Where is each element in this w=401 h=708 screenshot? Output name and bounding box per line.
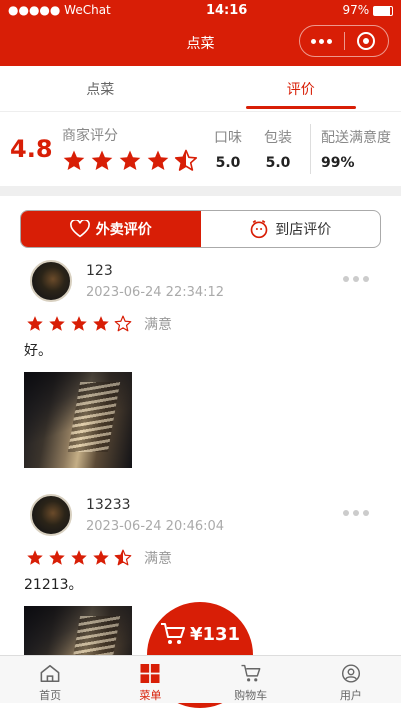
home-icon (38, 664, 62, 683)
bottom-tab-home-label: 首页 (39, 687, 61, 703)
review-date: 2023-06-24 22:34:12 (86, 285, 224, 300)
clock: 14:16 (206, 3, 247, 18)
instore-reviews-label: 到店评价 (275, 219, 331, 239)
review-more-button[interactable] (343, 510, 369, 516)
cart-icon (160, 622, 186, 646)
star-filled-icon (146, 149, 170, 173)
star-filled-icon (26, 315, 44, 333)
reviewer-name: 13233 (86, 497, 224, 513)
merchant-stars (62, 149, 206, 173)
merchant-rating: 商家评分 (62, 125, 206, 173)
review-header: 13233 2023-06-24 20:46:04 (26, 494, 381, 536)
battery-level: 97% (343, 3, 370, 17)
review-photo[interactable] (24, 372, 132, 468)
star-filled-icon (62, 149, 86, 173)
bottom-tab-cart-label: 购物车 (234, 687, 267, 703)
nav-bar: 点菜 (0, 20, 401, 66)
star-filled-icon (92, 315, 110, 333)
review-more-button[interactable] (343, 276, 369, 282)
user-icon (339, 664, 363, 683)
bottom-tab-home[interactable]: 首页 (0, 656, 100, 703)
bottom-tab-cart[interactable]: 购物车 (201, 656, 301, 703)
page-title: 点菜 (187, 33, 215, 53)
taste-label: 口味 (206, 127, 250, 147)
more-dots-icon (311, 39, 332, 44)
status-bar: ●●●●● WeChat 14:16 97% (0, 0, 401, 20)
rating-text: 满意 (144, 548, 172, 568)
star-filled-icon (26, 549, 44, 567)
close-target-icon (357, 32, 375, 50)
bottom-tab-menu-label: 菜单 (139, 687, 161, 703)
packaging-rating: 包装 5.0 (256, 127, 300, 171)
star-filled-icon (70, 315, 88, 333)
reviewer-name: 123 (86, 263, 224, 279)
takeaway-reviews-label: 外卖评价 (96, 219, 152, 239)
review-meta: 123 2023-06-24 22:34:12 (86, 263, 224, 300)
review-type-toggle: 外卖评价 到店评价 (20, 210, 381, 248)
review-content: 21213。 (24, 574, 381, 594)
star-filled-icon (118, 149, 142, 173)
star-empty-icon (114, 315, 132, 333)
more-menu-button[interactable] (300, 39, 344, 44)
star-filled-icon (92, 549, 110, 567)
taste-value: 5.0 (206, 155, 250, 171)
bottom-tab-bar: 首页 菜单 购物车 用户 (0, 655, 401, 703)
tab-reviews[interactable]: 评价 (201, 66, 401, 111)
mini-program-capsule (299, 25, 389, 57)
cart-icon (239, 664, 263, 683)
taste-rating: 口味 5.0 (206, 127, 250, 171)
review-meta: 13233 2023-06-24 20:46:04 (86, 497, 224, 534)
review-stars: 满意 (26, 548, 381, 568)
smile-timer-icon (249, 219, 269, 239)
avatar (30, 260, 72, 302)
star-filled-icon (70, 549, 88, 567)
packaging-label: 包装 (256, 127, 300, 147)
cart-total: ¥131 (190, 624, 240, 645)
carrier: ●●●●● WeChat (8, 3, 111, 17)
bottom-tab-menu[interactable]: 菜单 (100, 656, 200, 703)
divider (310, 124, 311, 174)
packaging-value: 5.0 (256, 155, 300, 171)
delivery-label: 配送满意度 (321, 127, 391, 147)
tab-bar: 点菜 评价 (0, 66, 401, 112)
avatar (30, 494, 72, 536)
review-content: 好。 (24, 340, 381, 360)
rating-text: 满意 (144, 314, 172, 334)
instore-reviews-button[interactable]: 到店评价 (201, 211, 381, 247)
heart-icon (70, 220, 90, 238)
merchant-rating-label: 商家评分 (62, 125, 206, 145)
review-date: 2023-06-24 20:46:04 (86, 519, 224, 534)
section-gap (0, 186, 401, 196)
takeaway-reviews-button[interactable]: 外卖评价 (21, 211, 201, 247)
tab-order[interactable]: 点菜 (0, 66, 201, 111)
review-header: 123 2023-06-24 22:34:12 (26, 260, 381, 302)
bottom-tab-user[interactable]: 用户 (301, 656, 401, 703)
star-half-icon (114, 549, 132, 567)
star-filled-icon (90, 149, 114, 173)
star-filled-icon (48, 315, 66, 333)
review-stars: 满意 (26, 314, 381, 334)
star-half-icon (174, 149, 198, 173)
battery-icon (373, 6, 393, 16)
star-filled-icon (48, 549, 66, 567)
menu-grid-icon (138, 664, 162, 683)
battery: 97% (343, 3, 394, 17)
bottom-tab-user-label: 用户 (340, 687, 362, 703)
rating-summary: 4.8 商家评分 口味 5.0 包装 5.0 配送满意度 99% (0, 112, 401, 186)
overall-score: 4.8 (10, 135, 62, 163)
delivery-value: 99% (321, 155, 391, 171)
review-item: 123 2023-06-24 22:34:12 满意 好。 (0, 254, 401, 468)
close-mini-program-button[interactable] (345, 32, 389, 50)
delivery-rating: 配送满意度 99% (321, 127, 391, 171)
